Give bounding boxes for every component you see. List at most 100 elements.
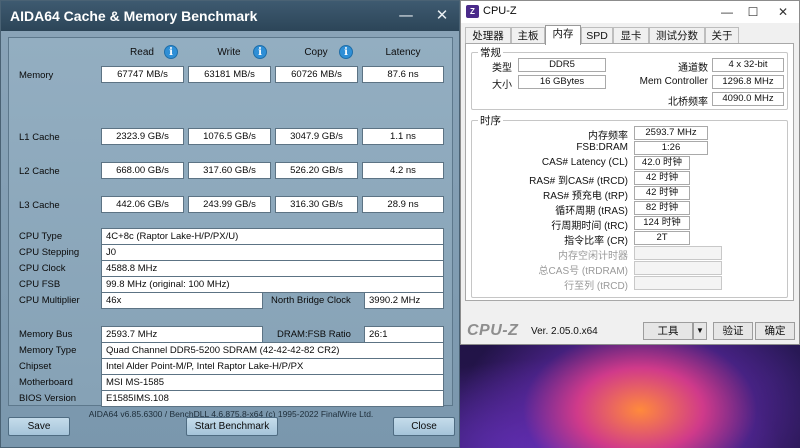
chipset-value: Intel Alder Point-M/P, Intel Raptor Lake… [101, 358, 444, 375]
l2-write-value: 317.60 GB/s [188, 162, 271, 179]
cpu-fsb-value: 99.8 MHz (original: 100 MHz) [101, 276, 444, 293]
tab-graphics[interactable]: 显卡 [613, 27, 649, 44]
command-rate-value: 2T [634, 231, 690, 245]
trc-value: 124 时钟 [634, 216, 690, 230]
minimize-icon[interactable]: — [395, 5, 417, 25]
memory-tab-panel: 常规 类型 DDR5 大小 16 GBytes 通道数 4 x 32-bit M… [465, 43, 794, 301]
l3-read-value: 442.06 GB/s [101, 196, 184, 213]
write-info-icon[interactable]: i [253, 45, 267, 59]
memory-size-value: 16 GBytes [518, 75, 606, 89]
column-header-copy: Copy [304, 47, 328, 58]
cpu-stepping-value: J0 [101, 244, 444, 261]
read-info-icon[interactable]: i [164, 45, 178, 59]
row-to-column-label: 行至列 (tRCD) [564, 281, 628, 292]
dram-fsb-ratio-value: 26:1 [364, 326, 444, 343]
memory-read-value: 67747 MB/s [101, 66, 184, 83]
maximize-icon[interactable]: ☐ [741, 3, 765, 21]
ok-button[interactable]: 确定 [755, 322, 795, 340]
row-label-l2-cache: L2 Cache [19, 166, 60, 177]
memory-type-value: DDR5 [518, 58, 606, 72]
cpuz-window-title: CPU-Z [483, 5, 517, 17]
motherboard-value: MSI MS-1585 [101, 374, 444, 391]
dram-frequency-value: 2593.7 MHz [634, 126, 708, 140]
cpu-multiplier-value: 46x [101, 292, 263, 309]
column-header-read: Read [130, 47, 154, 58]
close-icon[interactable]: ✕ [771, 3, 795, 21]
general-group-title: 常规 [478, 45, 503, 60]
memory-size-label: 大小 [492, 80, 512, 91]
cpuz-window: Z CPU-Z — ☐ ✕ 处理器 主板 内存 SPD 显卡 测试分数 关于 常… [460, 0, 800, 345]
command-rate-label: 指令比率 (CR) [564, 236, 628, 247]
row-label-l3-cache: L3 Cache [19, 200, 60, 211]
timings-group-title: 时序 [478, 113, 503, 128]
dram-idle-timer-value [634, 246, 722, 260]
row-to-column-value [634, 276, 722, 290]
l1-write-value: 1076.5 GB/s [188, 128, 271, 145]
cpu-fsb-label: CPU FSB [19, 279, 61, 290]
l3-latency-value: 28.9 ns [362, 196, 444, 213]
trcd-label: RAS# 到CAS# (tRCD) [529, 176, 628, 187]
tab-bench[interactable]: 测试分数 [649, 27, 705, 44]
close-button[interactable]: Close [393, 417, 455, 436]
l3-copy-value: 316.30 GB/s [275, 196, 358, 213]
north-bridge-clock-label: North Bridge Clock [271, 295, 351, 306]
cpuz-app-icon: Z [466, 5, 479, 18]
northbridge-freq-label: 北桥频率 [668, 97, 708, 108]
row-label-l1-cache: L1 Cache [19, 132, 60, 143]
cpu-multiplier-label: CPU Multiplier [19, 295, 80, 306]
trcd-value: 42 时钟 [634, 171, 690, 185]
bios-version-value: E1585IMS.108 [101, 390, 444, 407]
timings-group: 时序 内存频率 2593.7 MHz FSB:DRAM 1:26 CAS# La… [471, 113, 788, 298]
row-label-memory: Memory [19, 70, 54, 81]
motherboard-label: Motherboard [19, 377, 73, 388]
trp-label: RAS# 预充电 (tRP) [542, 191, 628, 202]
cpu-type-value: 4C+8c (Raptor Lake-H/P/PX/U) [101, 228, 444, 245]
north-bridge-clock-value: 3990.2 MHz [364, 292, 444, 309]
aida64-window: AIDA64 Cache & Memory Benchmark — ✕ Read… [0, 0, 460, 448]
channels-label: 通道数 [678, 63, 708, 74]
cpuz-brand-logo: CPU-Z [467, 322, 519, 339]
memory-write-value: 63181 MB/s [188, 66, 271, 83]
cpuz-footer: CPU-Z Ver. 2.05.0.x64 工具 ▼ 验证 确定 [461, 319, 799, 344]
column-header-latency: Latency [385, 47, 421, 58]
memory-type-label: 类型 [492, 63, 512, 74]
tab-mainboard[interactable]: 主板 [511, 27, 545, 44]
general-group: 常规 类型 DDR5 大小 16 GBytes 通道数 4 x 32-bit M… [471, 45, 788, 110]
trdram-value [634, 261, 722, 275]
memory-type-label: Memory Type [19, 345, 77, 356]
dram-fsb-ratio-label: DRAM:FSB Ratio [277, 329, 351, 340]
save-button[interactable]: Save [8, 417, 70, 436]
cpu-type-label: CPU Type [19, 231, 63, 242]
tras-label: 循环周期 (tRAS) [555, 206, 628, 217]
copy-info-icon[interactable]: i [339, 45, 353, 59]
mem-controller-label: Mem Controller [639, 76, 708, 87]
tools-dropdown-icon[interactable]: ▼ [693, 322, 707, 340]
channels-value: 4 x 32-bit [712, 58, 784, 72]
tools-button[interactable]: 工具 [643, 322, 693, 340]
tab-spd[interactable]: SPD [581, 27, 613, 44]
tab-memory[interactable]: 内存 [545, 25, 581, 45]
trp-value: 42 时钟 [634, 186, 690, 200]
tab-processor[interactable]: 处理器 [465, 27, 511, 44]
cpuz-titlebar[interactable]: Z CPU-Z — ☐ ✕ [461, 1, 799, 23]
cpu-stepping-label: CPU Stepping [19, 247, 80, 258]
tab-about[interactable]: 关于 [705, 27, 739, 44]
memory-bus-label: Memory Bus [19, 329, 73, 340]
cas-latency-value: 42.0 时钟 [634, 156, 690, 170]
validate-button[interactable]: 验证 [713, 322, 753, 340]
l1-read-value: 2323.9 GB/s [101, 128, 184, 145]
l2-latency-value: 4.2 ns [362, 162, 444, 179]
chipset-label: Chipset [19, 361, 52, 372]
minimize-icon[interactable]: — [715, 3, 739, 21]
bios-version-label: BIOS Version [19, 393, 77, 404]
cpu-clock-value: 4588.8 MHz [101, 260, 444, 277]
l1-copy-value: 3047.9 GB/s [275, 128, 358, 145]
northbridge-freq-value: 4090.0 MHz [712, 92, 784, 106]
fsb-dram-value: 1:26 [634, 141, 708, 155]
l3-write-value: 243.99 GB/s [188, 196, 271, 213]
mem-controller-value: 1296.8 MHz [712, 75, 784, 89]
aida64-titlebar[interactable]: AIDA64 Cache & Memory Benchmark — ✕ [1, 1, 459, 31]
dram-idle-timer-label: 内存空闲计时器 [558, 251, 628, 262]
close-icon[interactable]: ✕ [431, 5, 453, 25]
start-benchmark-button[interactable]: Start Benchmark [186, 417, 278, 436]
